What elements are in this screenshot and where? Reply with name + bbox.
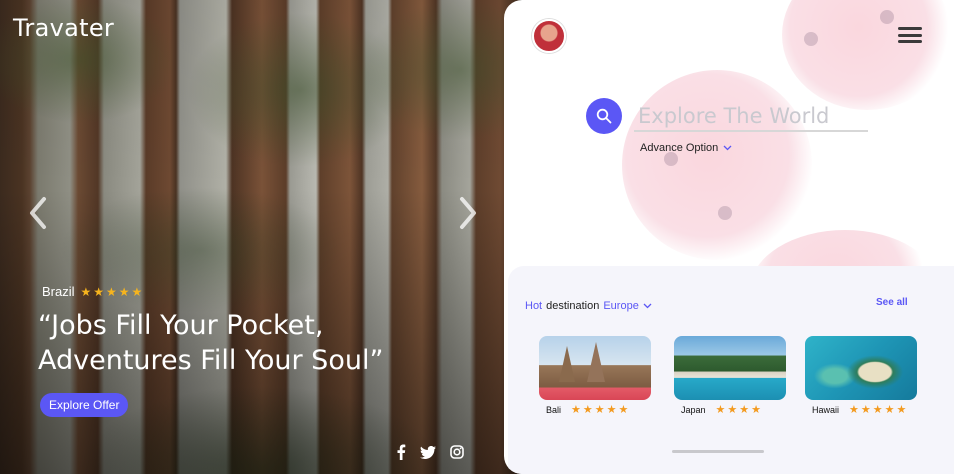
- chevron-down-icon: [723, 145, 732, 151]
- background-decoration: [782, 0, 952, 110]
- chevron-left-icon: [30, 197, 46, 229]
- background-decoration: [880, 10, 894, 24]
- see-all-link[interactable]: See all: [876, 297, 908, 308]
- background-decoration: [718, 206, 732, 220]
- facebook-icon[interactable]: [396, 444, 406, 460]
- instagram-icon[interactable]: [450, 445, 464, 459]
- destination-image: [805, 336, 917, 400]
- hero-quote: “Jobs Fill Your Pocket, Adventures Fill …: [38, 310, 384, 376]
- chevron-right-icon: [460, 197, 476, 229]
- social-links: [396, 444, 464, 460]
- hot-label: Hot: [525, 300, 543, 312]
- region-select[interactable]: Europe: [603, 300, 638, 312]
- rating-stars: ★★★★★: [571, 404, 631, 416]
- carousel-next-button[interactable]: [456, 196, 480, 230]
- destination-image: [539, 336, 651, 400]
- carousel-prev-button[interactable]: [26, 196, 50, 230]
- destination-image: [674, 336, 786, 400]
- hero-location: Brazil ★★★★★: [42, 284, 144, 299]
- brand-logo[interactable]: Travater: [13, 14, 114, 42]
- explore-offer-button[interactable]: Explore Offer: [40, 393, 129, 417]
- hamburger-menu-icon[interactable]: [898, 27, 922, 43]
- home-indicator: [672, 450, 764, 453]
- chevron-down-icon[interactable]: [643, 303, 652, 309]
- advance-option-label: Advance Option: [640, 142, 719, 154]
- hot-destinations-card: Hot destination Europe See all Bali ★★★★…: [508, 266, 954, 474]
- destination-label: destination: [546, 300, 600, 312]
- hero-banner: Travater Brazil ★★★★★ “Jobs Fill Your Po…: [0, 0, 520, 474]
- advance-option-toggle[interactable]: Advance Option: [640, 142, 732, 154]
- background-decoration: [664, 152, 678, 166]
- destination-tile-hawaii[interactable]: Hawaii ★★★★★: [805, 336, 917, 416]
- location-label: Brazil: [42, 284, 75, 299]
- destination-tile-japan[interactable]: Japan ★★★★: [674, 336, 786, 416]
- destination-name: Japan: [681, 404, 706, 415]
- rating-stars: ★★★★★: [849, 404, 909, 416]
- rating-stars: ★★★★★: [80, 284, 145, 299]
- destination-tile-bali[interactable]: Bali ★★★★★: [539, 336, 651, 416]
- destination-name: Hawaii: [812, 404, 840, 415]
- avatar[interactable]: [532, 19, 566, 53]
- destination-header: Hot destination Europe: [525, 300, 652, 312]
- rating-stars: ★★★★: [715, 404, 763, 416]
- twitter-icon[interactable]: [420, 445, 436, 459]
- search-button[interactable]: [586, 98, 622, 134]
- background-decoration: [804, 32, 818, 46]
- destination-name: Bali: [546, 404, 562, 415]
- background-decoration: [622, 70, 812, 260]
- search-panel: Advance Option Hot destination Europe Se…: [504, 0, 954, 474]
- search-input[interactable]: [634, 102, 868, 132]
- search-icon: [596, 108, 612, 124]
